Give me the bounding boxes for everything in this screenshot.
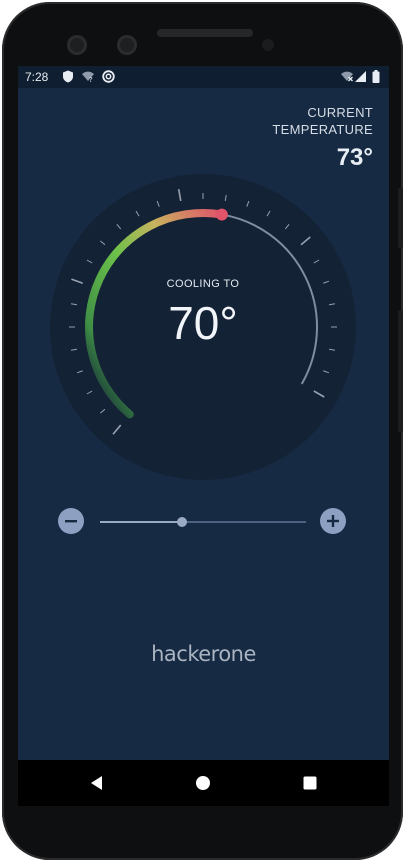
back-triangle-icon[interactable]: [88, 774, 106, 792]
status-time: 7:28: [25, 70, 49, 84]
earpiece-speaker: [157, 29, 253, 37]
recent-square-icon[interactable]: [301, 774, 319, 792]
svg-text:?: ?: [89, 76, 93, 83]
wifi-question-icon: ?: [82, 71, 94, 83]
power-button: [398, 188, 403, 248]
volume-button: [398, 310, 403, 432]
navigation-bar: [18, 760, 389, 806]
shield-icon: [63, 70, 73, 83]
status-bar: 7:28 ?: [18, 66, 389, 88]
front-camera-secondary: [117, 35, 137, 55]
home-circle-icon[interactable]: [194, 774, 212, 792]
target-temperature-value: 70°: [168, 297, 238, 349]
data-saver-icon: [102, 70, 115, 83]
hackerone-logo: hackerone: [151, 642, 256, 666]
minus-icon: [65, 520, 77, 523]
plus-icon: [327, 515, 339, 527]
battery-icon: [372, 70, 380, 83]
mode-label: COOLING TO: [166, 278, 240, 290]
temperature-slider[interactable]: [100, 517, 306, 527]
slider-fill: [100, 521, 183, 523]
decrease-button[interactable]: [58, 508, 84, 534]
proximity-sensor: [262, 39, 274, 51]
thermostat-dial[interactable]: COOLING TO 70°: [50, 174, 356, 480]
signal-icon: [355, 71, 366, 82]
app-screen: 7:28 ? CURRENT TEMPERATURE 73° COOLING T…: [18, 66, 389, 760]
current-label-line2: TEMPERATURE: [272, 122, 373, 137]
temperature-slider-row: [18, 494, 389, 534]
current-label-line1: CURRENT: [307, 105, 373, 120]
current-temperature-value: 73°: [336, 144, 373, 171]
increase-button[interactable]: [320, 508, 346, 534]
dial-knob: [215, 208, 228, 221]
front-camera: [67, 35, 87, 55]
wifi-off-icon: [341, 71, 353, 82]
slider-thumb[interactable]: [177, 517, 188, 527]
current-temperature-label: CURRENT TEMPERATURE: [233, 104, 373, 138]
